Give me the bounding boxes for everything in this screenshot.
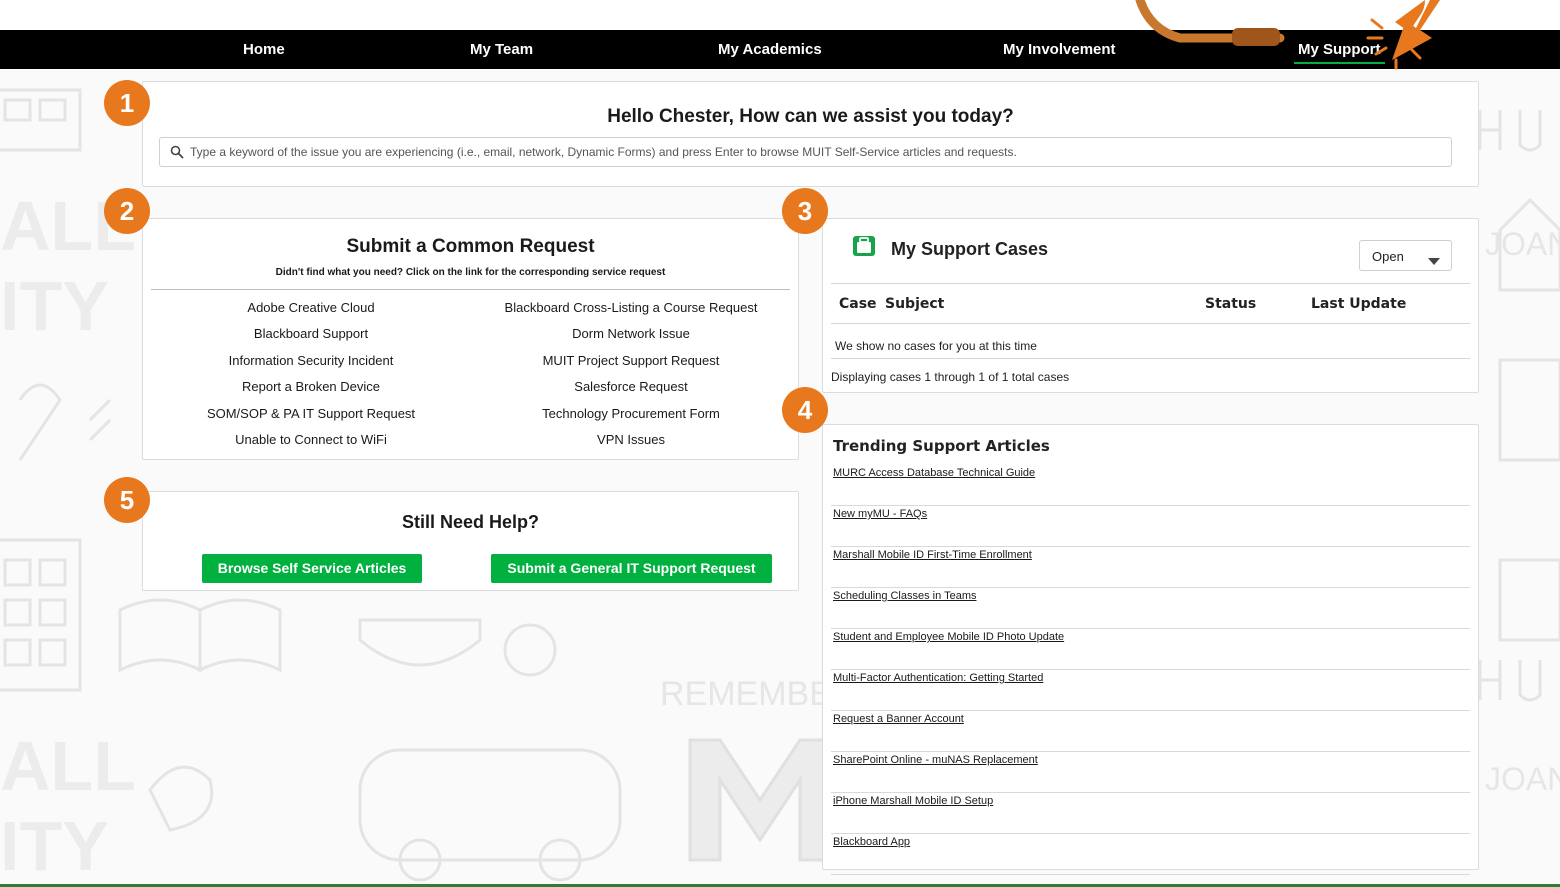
common-request-title: Submit a Common Request <box>346 236 595 257</box>
nav-my-academics[interactable]: My Academics <box>718 30 822 69</box>
still-need-help-title: Still Need Help? <box>401 512 540 532</box>
request-link-unable-connect-wifi[interactable]: Unable to Connect to WiFi <box>235 432 387 447</box>
request-link-adobe-creative-cloud[interactable]: Adobe Creative Cloud <box>247 300 374 315</box>
article-link[interactable]: Multi-Factor Authentication: Getting Sta… <box>833 672 1043 684</box>
trending-articles-title: Trending Support Articles <box>833 437 1050 455</box>
article-link[interactable]: SharePoint Online - muNAS Replacement <box>833 754 1038 766</box>
request-link-blackboard-cross-listing[interactable]: Blackboard Cross-Listing a Course Reques… <box>505 300 758 315</box>
search-box[interactable] <box>159 137 1452 167</box>
article-link[interactable]: iPhone Marshall Mobile ID Setup <box>833 795 993 807</box>
svg-text:ALL: ALL <box>0 727 136 805</box>
common-request-panel: Submit a Common Request Didn't find what… <box>142 218 799 460</box>
column-header-subject[interactable]: Subject <box>885 296 944 312</box>
list-item: Marshall Mobile ID First-Time Enrollment <box>831 547 1470 588</box>
request-link-information-security-incident[interactable]: Information Security Incident <box>229 353 394 368</box>
article-link[interactable]: New myMU - FAQs <box>833 508 927 520</box>
step-badge-5: 5 <box>104 477 150 523</box>
support-cases-panel: My Support Cases Open Case Subject Statu… <box>822 218 1479 393</box>
search-input[interactable] <box>190 138 1445 166</box>
request-link-som-sop-pa-it-support[interactable]: SOM/SOP & PA IT Support Request <box>207 406 415 421</box>
list-item: Blackboard App <box>831 834 1470 875</box>
step-badge-1: 1 <box>104 80 150 126</box>
divider <box>831 358 1470 359</box>
list-item: Request a Banner Account <box>831 711 1470 752</box>
greeting-title: Hello Chester, How can we assist you tod… <box>607 106 1014 127</box>
still-need-help-panel: Still Need Help? Browse Self Service Art… <box>142 491 799 591</box>
submit-general-request-button[interactable]: Submit a General IT Support Request <box>491 554 772 583</box>
search-icon <box>170 145 184 159</box>
column-header-case[interactable]: Case <box>839 296 877 312</box>
article-link[interactable]: MURC Access Database Technical Guide <box>833 467 1035 479</box>
pointer-arrow-icon <box>1135 0 1440 70</box>
request-link-blackboard-support[interactable]: Blackboard Support <box>254 326 368 341</box>
article-link[interactable]: Student and Employee Mobile ID Photo Upd… <box>833 631 1064 643</box>
list-item: MURC Access Database Technical Guide <box>831 465 1470 506</box>
article-link[interactable]: Request a Banner Account <box>833 713 964 725</box>
chevron-down-icon <box>1428 253 1440 271</box>
list-item: New myMU - FAQs <box>831 506 1470 547</box>
divider <box>831 323 1470 324</box>
nav-home[interactable]: Home <box>243 30 285 69</box>
article-link[interactable]: Scheduling Classes in Teams <box>833 590 976 602</box>
common-request-subtitle: Didn't find what you need? Click on the … <box>275 267 666 278</box>
step-badge-3: 3 <box>782 188 828 234</box>
svg-text:ITY: ITY <box>0 267 109 345</box>
case-count-text: Displaying cases 1 through 1 of 1 total … <box>831 370 1070 384</box>
column-header-last-update[interactable]: Last Update <box>1311 296 1406 312</box>
divider <box>831 283 1470 284</box>
no-cases-message: We show no cases for you at this time <box>835 339 1037 353</box>
article-link[interactable]: Blackboard App <box>833 836 910 848</box>
request-link-report-broken-device[interactable]: Report a Broken Device <box>242 379 380 394</box>
list-item: Student and Employee Mobile ID Photo Upd… <box>831 629 1470 670</box>
greeting-panel: Hello Chester, How can we assist you tod… <box>142 81 1479 187</box>
request-link-dorm-network-issue[interactable]: Dorm Network Issue <box>572 326 690 341</box>
support-cases-title: My Support Cases <box>891 239 1049 259</box>
svg-text:JOAN: JOAN <box>1485 761 1560 797</box>
case-status-value: Open <box>1372 249 1404 264</box>
list-item: Multi-Factor Authentication: Getting Sta… <box>831 670 1470 711</box>
list-item: Scheduling Classes in Teams <box>831 588 1470 629</box>
list-item: SharePoint Online - muNAS Replacement <box>831 752 1470 793</box>
svg-text:ITY: ITY <box>0 807 109 885</box>
article-link[interactable]: Marshall Mobile ID First-Time Enrollment <box>833 549 1032 561</box>
request-link-salesforce-request[interactable]: Salesforce Request <box>574 379 687 394</box>
nav-my-involvement[interactable]: My Involvement <box>1003 30 1116 69</box>
divider <box>151 289 790 290</box>
case-status-dropdown[interactable]: Open <box>1359 240 1452 271</box>
column-header-status[interactable]: Status <box>1205 296 1256 312</box>
trending-articles-panel: Trending Support Articles MURC Access Da… <box>822 424 1479 875</box>
briefcase-icon <box>853 236 875 256</box>
step-badge-2: 2 <box>104 188 150 234</box>
nav-my-team[interactable]: My Team <box>470 30 533 69</box>
request-link-technology-procurement[interactable]: Technology Procurement Form <box>542 406 720 421</box>
browse-articles-button[interactable]: Browse Self Service Articles <box>202 554 422 583</box>
request-link-muit-project-support[interactable]: MUIT Project Support Request <box>543 353 720 368</box>
step-badge-4: 4 <box>782 387 828 433</box>
svg-text:JOAN: JOAN <box>1485 226 1560 262</box>
list-item: iPhone Marshall Mobile ID Setup <box>831 793 1470 834</box>
request-link-vpn-issues[interactable]: VPN Issues <box>597 432 665 447</box>
